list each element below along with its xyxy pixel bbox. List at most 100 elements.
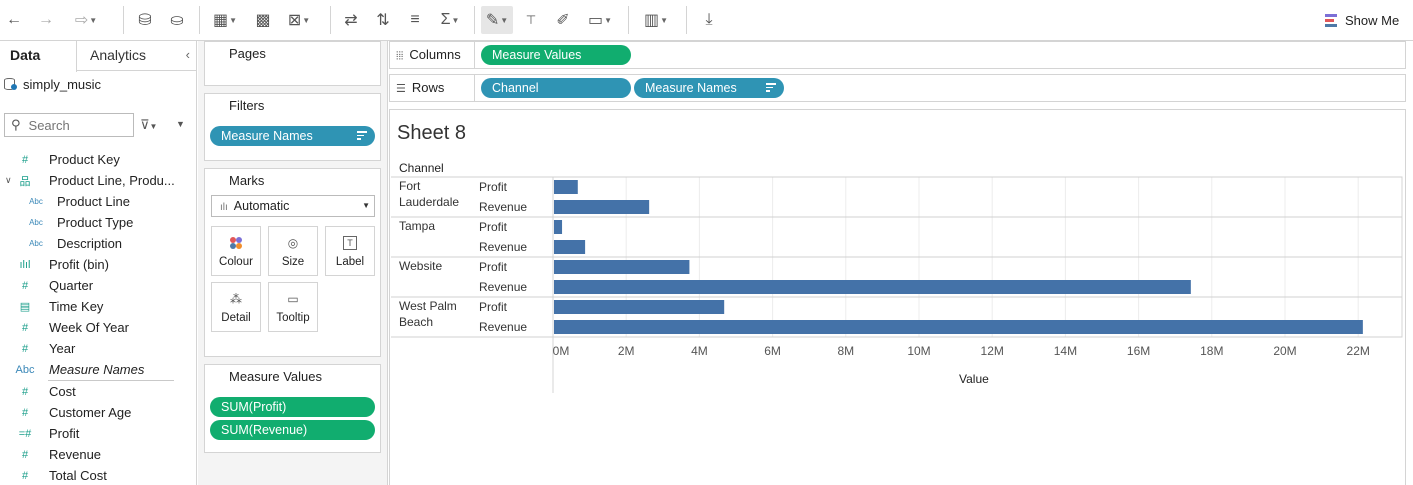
measure-field[interactable]: =# Profit <box>0 423 196 444</box>
tab-data[interactable]: Data <box>0 41 77 72</box>
mark-type-value: Automatic <box>233 199 290 213</box>
bar-profit[interactable] <box>554 180 578 194</box>
x-tick-label: 14M <box>1054 344 1077 358</box>
tab-analytics[interactable]: Analytics <box>90 41 146 71</box>
view-options-caret-icon[interactable]: ▼ <box>176 119 185 129</box>
sort-descending-icon[interactable]: ≡ <box>404 6 426 34</box>
totals-sigma-icon[interactable]: Σ ▼ <box>436 6 464 34</box>
field-label: Product Line, Produ... <box>49 173 175 188</box>
colour-button[interactable]: Colour <box>211 226 261 276</box>
measure-pill-sum-profit[interactable]: SUM(Profit) <box>210 397 375 417</box>
marks-card: Marks ılı Automatic ▼ Colour ◎ Size T Lab… <box>204 168 381 357</box>
measure-field[interactable]: # Total Cost <box>0 465 196 485</box>
x-tick-label: 18M <box>1200 344 1223 358</box>
measure-name-label: Profit <box>479 180 508 194</box>
measure-pill-sum-revenue[interactable]: SUM(Revenue) <box>210 420 375 440</box>
x-tick-label: 20M <box>1273 344 1296 358</box>
rows-shelf-label: ☰ Rows <box>390 75 475 101</box>
x-tick-label: 6M <box>764 344 781 358</box>
x-tick-label: 0M <box>553 344 570 358</box>
expand-chevron-icon[interactable]: ∨ <box>5 175 12 186</box>
rows-pill-measure-names[interactable]: Measure Names <box>634 78 784 98</box>
clear-sheet-icon[interactable]: ⊠ ▼ <box>284 6 314 34</box>
replay-icon[interactable]: ⇨ ▼ <box>66 6 106 34</box>
fit-view-icon[interactable]: ▭ ▼ <box>584 6 616 34</box>
cards-column: Pages Filters Measure Names Marks ılı Aut… <box>198 41 388 485</box>
dimension-field[interactable]: Abc Product Line <box>0 191 196 212</box>
pages-card: Pages <box>204 41 381 86</box>
swap-rows-columns-icon[interactable]: ⇄ <box>340 6 362 34</box>
tooltip-label: Tooltip <box>276 312 310 324</box>
columns-shelf[interactable]: ⦙⦙⦙ Columns Measure Values <box>389 41 1406 69</box>
filter-pill-measure-names[interactable]: Measure Names <box>210 126 375 146</box>
collapse-chevron-icon[interactable]: ‹ <box>186 47 190 62</box>
rows-shelf[interactable]: ☰ Rows Channel Measure Names <box>389 74 1406 102</box>
bar-chart-icon: ılı <box>220 202 228 213</box>
x-tick-label: 2M <box>618 344 635 358</box>
dimension-field[interactable]: ∨ 品 Product Line, Produ... <box>0 170 196 191</box>
show-me-button[interactable]: Show Me <box>1313 0 1413 40</box>
undo-arrow-icon[interactable]: ← <box>4 6 24 34</box>
show-cards-icon[interactable]: ▥ ▼ <box>638 6 674 34</box>
field-label: Year <box>49 341 76 356</box>
dimension-field[interactable]: ılıl Profit (bin) <box>0 254 196 275</box>
x-tick-label: 4M <box>691 344 708 358</box>
dimension-field[interactable]: Abc Product Type <box>0 212 196 233</box>
new-datasource-icon[interactable]: ⛁ <box>134 6 156 34</box>
format-workbook-icon[interactable]: ✐ <box>552 6 574 34</box>
size-icon: ◎ <box>287 236 299 250</box>
bar-profit[interactable] <box>554 260 690 274</box>
detail-button[interactable]: ⁂ Detail <box>211 282 261 332</box>
new-worksheet-icon[interactable]: ▦ ▼ <box>210 6 240 34</box>
show-labels-icon[interactable]: ⊤ <box>520 6 542 34</box>
bar-revenue[interactable] <box>554 320 1363 334</box>
highlight-pen-icon[interactable]: ✎ ▼ <box>481 6 513 34</box>
dimension-field[interactable]: # Week Of Year <box>0 317 196 338</box>
label-button[interactable]: T Label <box>325 226 375 276</box>
bar-revenue[interactable] <box>554 240 586 254</box>
datasource-item[interactable]: simply_music <box>4 75 101 93</box>
sort-ascending-icon[interactable]: ⇅ <box>372 6 394 34</box>
bar-revenue[interactable] <box>554 280 1191 294</box>
size-button[interactable]: ◎ Size <box>268 226 318 276</box>
string-type-icon: Abc <box>29 197 43 206</box>
duplicate-sheet-icon[interactable]: ▩ <box>252 6 274 34</box>
filters-card: Filters Measure Names <box>204 93 381 161</box>
dimension-field[interactable]: ▤ Time Key <box>0 296 196 317</box>
dimension-field[interactable]: # Year <box>0 338 196 359</box>
dimension-field[interactable]: Abc Description <box>0 233 196 254</box>
dimension-field[interactable]: # Quarter <box>0 275 196 296</box>
toolbar-divider <box>474 6 475 34</box>
colour-icon <box>229 236 243 253</box>
bar-revenue[interactable] <box>554 200 650 214</box>
hierarchy-icon: 品 <box>19 175 31 188</box>
filter-funnel-icon[interactable]: ⊽▼ <box>140 117 157 133</box>
columns-pill-measure-values[interactable]: Measure Values <box>481 45 631 65</box>
pause-datasource-icon[interactable]: ⛀ <box>166 6 188 34</box>
search-field[interactable]: ⚲ <box>4 113 134 137</box>
rows-pill-channel[interactable]: Channel <box>481 78 631 98</box>
measure-field[interactable]: # Revenue <box>0 444 196 465</box>
search-input[interactable] <box>28 117 119 133</box>
tooltip-icon: ▭ <box>287 292 299 306</box>
bar-profit[interactable] <box>554 300 725 314</box>
redo-arrow-icon[interactable]: → <box>36 6 56 34</box>
dimension-field[interactable]: # Product Key <box>0 149 196 170</box>
rows-label: Rows <box>411 80 445 95</box>
present-icon[interactable]: ⤓ <box>698 6 720 34</box>
number-type-icon: # <box>21 469 29 482</box>
size-label: Size <box>281 256 305 268</box>
field-label: Cost <box>49 384 76 399</box>
channel-label: West Palm <box>399 299 457 313</box>
measure-field[interactable]: # Customer Age <box>0 402 196 423</box>
bar-chart: Channel Fort Lauderdale Profit Revenue Tampa P… <box>391 161 1403 393</box>
detail-icon: ⁂ <box>230 292 242 306</box>
tooltip-button[interactable]: ▭ Tooltip <box>268 282 318 332</box>
measure-field[interactable]: # Cost <box>0 381 196 402</box>
dimension-field[interactable]: Abc Measure Names <box>0 359 196 380</box>
field-label: Profit <box>49 426 80 441</box>
field-label: Week Of Year <box>49 320 129 335</box>
mark-type-select[interactable]: ılı Automatic ▼ <box>211 195 375 217</box>
field-label: Revenue <box>49 447 102 462</box>
bar-profit[interactable] <box>554 220 563 234</box>
